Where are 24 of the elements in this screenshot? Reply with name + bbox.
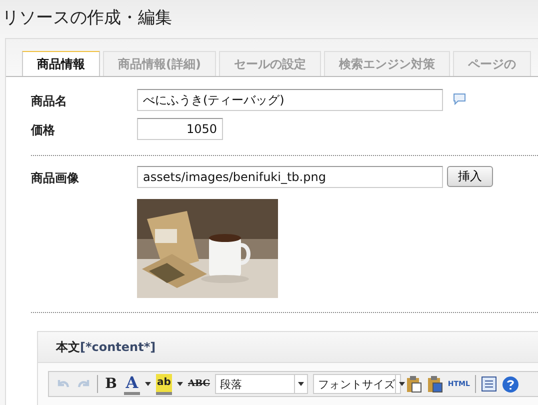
bold-button[interactable]: B	[103, 375, 119, 393]
dropdown[interactable]: 段落	[214, 374, 308, 394]
insert-button[interactable]: 挿入	[447, 166, 493, 187]
caret-icon[interactable]	[177, 382, 183, 386]
name-field[interactable]: べにふうき(ティーバッグ)	[137, 89, 443, 111]
field-label: 価格	[31, 122, 56, 139]
help-icon[interactable]	[502, 376, 519, 392]
page-title: リソースの作成・編集	[1, 7, 173, 30]
highlight-button[interactable]: ab	[156, 374, 172, 394]
caret-icon[interactable]	[398, 382, 405, 386]
speech-bubble-icon[interactable]	[453, 93, 466, 105]
document-icon[interactable]	[480, 376, 497, 392]
editor-title: 本文[*content*]	[38, 332, 538, 363]
caret-icon[interactable]	[298, 382, 304, 386]
image-path-field[interactable]: assets/images/benifuki_tb.png	[137, 166, 443, 188]
field-label: 商品画像	[31, 170, 80, 187]
field-label: 商品名	[31, 93, 68, 110]
tab[interactable]: 商品情報	[22, 51, 100, 76]
text-color-button[interactable]: A	[124, 374, 140, 394]
price-field[interactable]: 1050	[137, 118, 223, 140]
clipboard-icon[interactable]	[426, 375, 443, 393]
caret-icon[interactable]	[145, 382, 151, 386]
strikethrough-button[interactable]: ABC	[188, 375, 210, 393]
clipboard-icon[interactable]	[406, 375, 422, 393]
